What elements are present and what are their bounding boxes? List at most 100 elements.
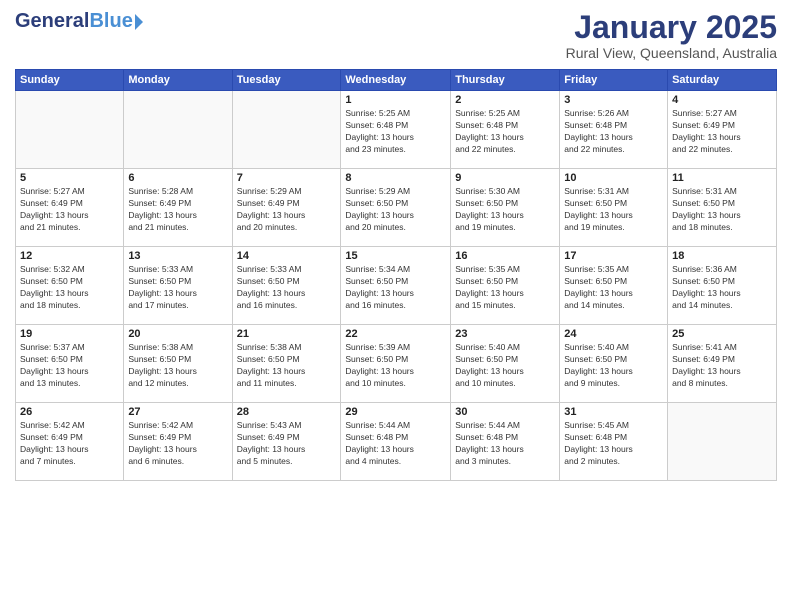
title-block: January 2025 Rural View, Queensland, Aus… <box>566 10 777 61</box>
day-info: Sunrise: 5:34 AM Sunset: 6:50 PM Dayligh… <box>345 264 446 312</box>
day-info: Sunrise: 5:32 AM Sunset: 6:50 PM Dayligh… <box>20 264 119 312</box>
day-number: 19 <box>20 328 119 340</box>
calendar-cell: 28 Sunrise: 5:43 AM Sunset: 6:49 PM Dayli… <box>232 403 341 481</box>
day-number: 3 <box>564 94 663 106</box>
calendar-cell: 19Sunrise: 5:37 AM Sunset: 6:50 PM Dayli… <box>16 325 124 403</box>
day-info: Sunrise: 5:43 AM Sunset: 6:49 PM Dayligh… <box>237 420 337 468</box>
month-title: January 2025 <box>566 10 777 45</box>
day-info: Sunrise: 5:45 AM Sunset: 6:48 PM Dayligh… <box>564 420 663 468</box>
calendar-cell: 15 Sunrise: 5:34 AM Sunset: 6:50 PM Dayli… <box>341 247 451 325</box>
day-info: Sunrise: 5:35 AM Sunset: 6:50 PM Dayligh… <box>455 264 555 312</box>
calendar-cell: 16 Sunrise: 5:35 AM Sunset: 6:50 PM Dayli… <box>451 247 560 325</box>
calendar-cell: 31Sunrise: 5:45 AM Sunset: 6:48 PM Dayli… <box>560 403 668 481</box>
calendar-table: Sunday Monday Tuesday Wednesday Thursday… <box>15 69 777 481</box>
day-info: Sunrise: 5:33 AM Sunset: 6:50 PM Dayligh… <box>128 264 227 312</box>
logo-triangle-icon <box>135 14 143 30</box>
day-number: 26 <box>20 406 119 418</box>
calendar-week-5: 26 Sunrise: 5:42 AM Sunset: 6:49 PM Dayli… <box>16 403 777 481</box>
col-friday: Friday <box>560 70 668 91</box>
calendar-cell: 17Sunrise: 5:35 AM Sunset: 6:50 PM Dayli… <box>560 247 668 325</box>
page: GeneralBlue January 2025 Rural View, Que… <box>0 0 792 612</box>
calendar-cell: 5Sunrise: 5:27 AM Sunset: 6:49 PM Daylig… <box>16 169 124 247</box>
calendar-cell: 12 Sunrise: 5:32 AM Sunset: 6:50 PM Dayli… <box>16 247 124 325</box>
calendar-cell: 27Sunrise: 5:42 AM Sunset: 6:49 PM Dayli… <box>124 403 232 481</box>
day-info: Sunrise: 5:42 AM Sunset: 6:49 PM Dayligh… <box>20 420 119 468</box>
day-number: 8 <box>345 172 446 184</box>
day-number: 2 <box>455 94 555 106</box>
calendar-cell: 30Sunrise: 5:44 AM Sunset: 6:48 PM Dayli… <box>451 403 560 481</box>
day-info: Sunrise: 5:27 AM Sunset: 6:49 PM Dayligh… <box>20 186 119 234</box>
calendar-cell: 18Sunrise: 5:36 AM Sunset: 6:50 PM Dayli… <box>668 247 777 325</box>
day-number: 6 <box>128 172 227 184</box>
calendar-cell: 20Sunrise: 5:38 AM Sunset: 6:50 PM Dayli… <box>124 325 232 403</box>
day-info: Sunrise: 5:31 AM Sunset: 6:50 PM Dayligh… <box>564 186 663 234</box>
header: GeneralBlue January 2025 Rural View, Que… <box>15 10 777 61</box>
day-number: 14 <box>237 250 337 262</box>
subtitle: Rural View, Queensland, Australia <box>566 45 777 61</box>
calendar-cell <box>124 91 232 169</box>
day-number: 13 <box>128 250 227 262</box>
day-info: Sunrise: 5:26 AM Sunset: 6:48 PM Dayligh… <box>564 108 663 156</box>
logo: GeneralBlue <box>15 10 143 33</box>
calendar-cell: 10 Sunrise: 5:31 AM Sunset: 6:50 PM Dayli… <box>560 169 668 247</box>
col-sunday: Sunday <box>16 70 124 91</box>
calendar-cell: 29 Sunrise: 5:44 AM Sunset: 6:48 PM Dayli… <box>341 403 451 481</box>
day-number: 22 <box>345 328 446 340</box>
calendar-cell: 6 Sunrise: 5:28 AM Sunset: 6:49 PM Daylig… <box>124 169 232 247</box>
day-info: Sunrise: 5:35 AM Sunset: 6:50 PM Dayligh… <box>564 264 663 312</box>
day-number: 11 <box>672 172 772 184</box>
calendar-cell: 24 Sunrise: 5:40 AM Sunset: 6:50 PM Dayli… <box>560 325 668 403</box>
day-number: 28 <box>237 406 337 418</box>
day-info: Sunrise: 5:33 AM Sunset: 6:50 PM Dayligh… <box>237 264 337 312</box>
day-number: 1 <box>345 94 446 106</box>
calendar-cell: 22 Sunrise: 5:39 AM Sunset: 6:50 PM Dayli… <box>341 325 451 403</box>
day-info: Sunrise: 5:29 AM Sunset: 6:49 PM Dayligh… <box>237 186 337 234</box>
calendar-cell <box>668 403 777 481</box>
day-number: 15 <box>345 250 446 262</box>
logo-text: GeneralBlue <box>15 10 143 33</box>
calendar-cell <box>16 91 124 169</box>
day-info: Sunrise: 5:31 AM Sunset: 6:50 PM Dayligh… <box>672 186 772 234</box>
day-number: 10 <box>564 172 663 184</box>
day-number: 29 <box>345 406 446 418</box>
col-thursday: Thursday <box>451 70 560 91</box>
day-number: 4 <box>672 94 772 106</box>
day-info: Sunrise: 5:25 AM Sunset: 6:48 PM Dayligh… <box>345 108 446 156</box>
col-saturday: Saturday <box>668 70 777 91</box>
day-number: 27 <box>128 406 227 418</box>
calendar-cell: 9Sunrise: 5:30 AM Sunset: 6:50 PM Daylig… <box>451 169 560 247</box>
calendar-cell: 25Sunrise: 5:41 AM Sunset: 6:49 PM Dayli… <box>668 325 777 403</box>
logo-blue: Blue <box>89 10 132 32</box>
col-wednesday: Wednesday <box>341 70 451 91</box>
calendar-week-3: 12 Sunrise: 5:32 AM Sunset: 6:50 PM Dayli… <box>16 247 777 325</box>
calendar-cell: 21 Sunrise: 5:38 AM Sunset: 6:50 PM Dayli… <box>232 325 341 403</box>
calendar-cell: 13 Sunrise: 5:33 AM Sunset: 6:50 PM Dayli… <box>124 247 232 325</box>
day-number: 30 <box>455 406 555 418</box>
calendar-cell: 23 Sunrise: 5:40 AM Sunset: 6:50 PM Dayli… <box>451 325 560 403</box>
day-info: Sunrise: 5:40 AM Sunset: 6:50 PM Dayligh… <box>564 342 663 390</box>
day-info: Sunrise: 5:40 AM Sunset: 6:50 PM Dayligh… <box>455 342 555 390</box>
calendar-cell: 26 Sunrise: 5:42 AM Sunset: 6:49 PM Dayli… <box>16 403 124 481</box>
day-info: Sunrise: 5:39 AM Sunset: 6:50 PM Dayligh… <box>345 342 446 390</box>
day-number: 9 <box>455 172 555 184</box>
calendar-cell: 1 Sunrise: 5:25 AM Sunset: 6:48 PM Daylig… <box>341 91 451 169</box>
calendar-cell <box>232 91 341 169</box>
day-number: 20 <box>128 328 227 340</box>
day-number: 16 <box>455 250 555 262</box>
day-info: Sunrise: 5:38 AM Sunset: 6:50 PM Dayligh… <box>237 342 337 390</box>
day-number: 12 <box>20 250 119 262</box>
day-number: 23 <box>455 328 555 340</box>
day-info: Sunrise: 5:36 AM Sunset: 6:50 PM Dayligh… <box>672 264 772 312</box>
day-info: Sunrise: 5:28 AM Sunset: 6:49 PM Dayligh… <box>128 186 227 234</box>
day-number: 21 <box>237 328 337 340</box>
calendar-cell: 2 Sunrise: 5:25 AM Sunset: 6:48 PM Daylig… <box>451 91 560 169</box>
calendar-cell: 4 Sunrise: 5:27 AM Sunset: 6:49 PM Daylig… <box>668 91 777 169</box>
logo-general: General <box>15 10 89 32</box>
day-number: 24 <box>564 328 663 340</box>
calendar-header-row: Sunday Monday Tuesday Wednesday Thursday… <box>16 70 777 91</box>
day-info: Sunrise: 5:29 AM Sunset: 6:50 PM Dayligh… <box>345 186 446 234</box>
day-info: Sunrise: 5:27 AM Sunset: 6:49 PM Dayligh… <box>672 108 772 156</box>
day-number: 7 <box>237 172 337 184</box>
day-info: Sunrise: 5:25 AM Sunset: 6:48 PM Dayligh… <box>455 108 555 156</box>
day-info: Sunrise: 5:44 AM Sunset: 6:48 PM Dayligh… <box>345 420 446 468</box>
